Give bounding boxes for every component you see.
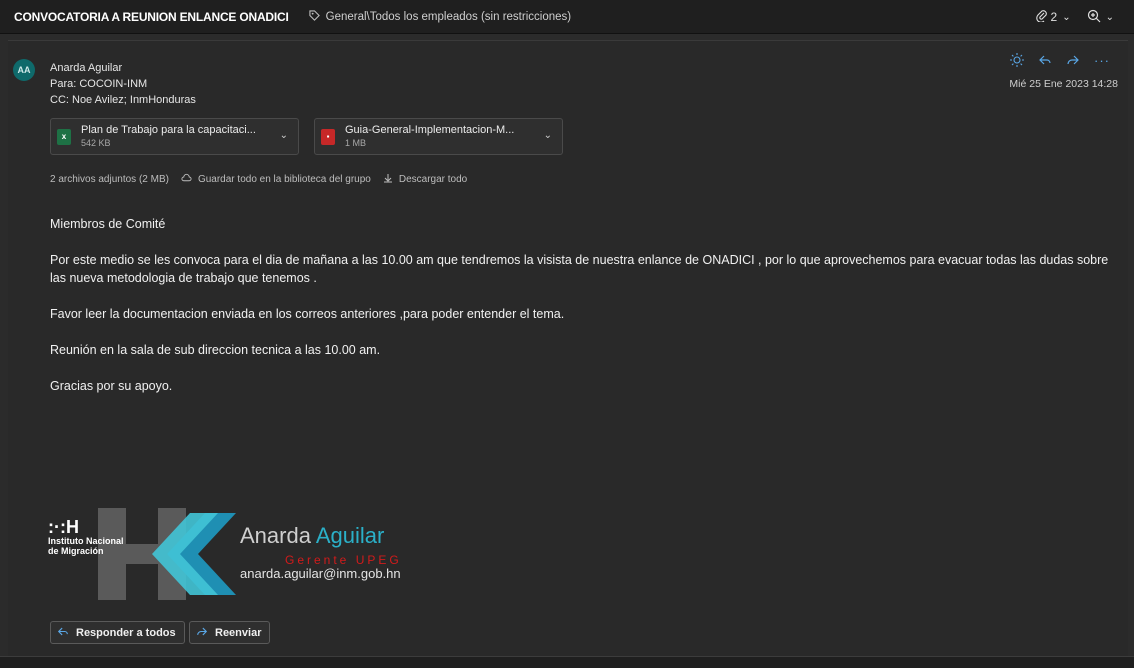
institution-name: :·:H Instituto Nacional de Migración	[48, 517, 124, 556]
download-icon	[383, 173, 393, 186]
cloud-icon	[181, 173, 192, 186]
forward-button[interactable]: Reenviar	[189, 621, 271, 644]
more-icon[interactable]: ···	[1094, 53, 1110, 70]
signature-name: Anarda Aguilar	[240, 523, 385, 548]
chevron-down-icon: ⌄	[1062, 11, 1071, 23]
download-all-label: Descargar todo	[398, 174, 468, 185]
recipient-to[interactable]: Para: COCOIN-INM	[50, 76, 196, 92]
attachment-name: Guia-General-Implementacion-M...	[345, 124, 515, 136]
reply-all-label: Responder a todos	[76, 626, 176, 639]
message-actions: ···	[1010, 53, 1110, 70]
attachment-summary-text: 2 archivos adjuntos (2 MB)	[50, 174, 169, 185]
paragraph-2: Favor leer la documentacion enviada en l…	[50, 307, 565, 321]
chevron-down-icon[interactable]: ⌄	[280, 130, 288, 141]
email-subject: CONVOCATORIA A REUNION ENLANCE ONADICI	[14, 9, 289, 24]
message-body: Miembros de Comité Por este medio se les…	[50, 215, 1110, 413]
download-all-link[interactable]: Descargar todo	[383, 173, 467, 186]
paragraph-3: Reunión en la sala de sub direccion tecn…	[50, 343, 381, 357]
attachment-size: 1 MB	[345, 138, 367, 148]
forward-icon[interactable]	[1066, 53, 1080, 70]
attachment-excel[interactable]: x Plan de Trabajo para la capacitaci... …	[50, 118, 299, 155]
reply-icon[interactable]	[1038, 53, 1052, 70]
paragraph-4: Gracias por su apoyo.	[50, 379, 173, 393]
attachments-count-button[interactable]: 2 ⌄	[1035, 9, 1071, 25]
excel-file-icon: x	[57, 128, 71, 145]
paperclip-icon	[1035, 9, 1048, 25]
attachment-summary: 2 archivos adjuntos (2 MB) Guardar todo …	[50, 173, 467, 186]
paragraph-1: Por este medio se les convoca para el di…	[50, 253, 1109, 285]
bottom-bar	[0, 656, 1134, 668]
greeting: Miembros de Comité	[50, 217, 166, 231]
top-bar: CONVOCATORIA A REUNION ENLANCE ONADICI G…	[0, 0, 1134, 34]
zoom-button[interactable]: ⌄	[1087, 9, 1114, 26]
sensitivity-tag[interactable]: General\Todos los empleados (sin restric…	[309, 9, 572, 24]
save-all-label: Guardar todo en la biblioteca del grupo	[197, 174, 371, 185]
message-date: Mié 25 Ene 2023 14:28	[1009, 78, 1118, 90]
reply-all-button[interactable]: Responder a todos	[50, 621, 185, 644]
attachment-size: 542 KB	[81, 138, 111, 148]
zoom-icon	[1087, 9, 1101, 26]
sender-name[interactable]: Anarda Aguilar	[50, 60, 196, 76]
avatar[interactable]: AA	[13, 59, 35, 81]
attachments-count: 2	[1050, 10, 1058, 24]
attachment-pdf[interactable]: ▪ Guia-General-Implementacion-M... 1 MB …	[314, 118, 563, 155]
reply-all-icon	[57, 626, 69, 640]
chevron-down-icon[interactable]: ⌄	[544, 130, 552, 141]
sun-icon[interactable]	[1010, 53, 1024, 70]
attachment-name: Plan de Trabajo para la capacitaci...	[81, 124, 256, 136]
pdf-file-icon: ▪	[321, 128, 335, 145]
tag-icon	[309, 9, 320, 24]
forward-label: Reenviar	[215, 626, 262, 639]
save-all-link[interactable]: Guardar todo en la biblioteca del grupo	[181, 173, 371, 186]
chevron-down-icon: ⌄	[1105, 11, 1114, 23]
sender-block: Anarda Aguilar Para: COCOIN-INM CC: Noe …	[50, 60, 196, 108]
signature: :·:H Instituto Nacional de Migración Ana…	[40, 508, 440, 600]
signature-role: Gerente UPEG	[285, 553, 402, 567]
tag-label: General\Todos los empleados (sin restric…	[325, 10, 572, 23]
signature-email[interactable]: anarda.aguilar@inm.gob.hn	[240, 566, 401, 581]
forward-icon	[196, 626, 208, 640]
recipient-cc[interactable]: CC: Noe Avilez; InmHonduras	[50, 92, 196, 108]
